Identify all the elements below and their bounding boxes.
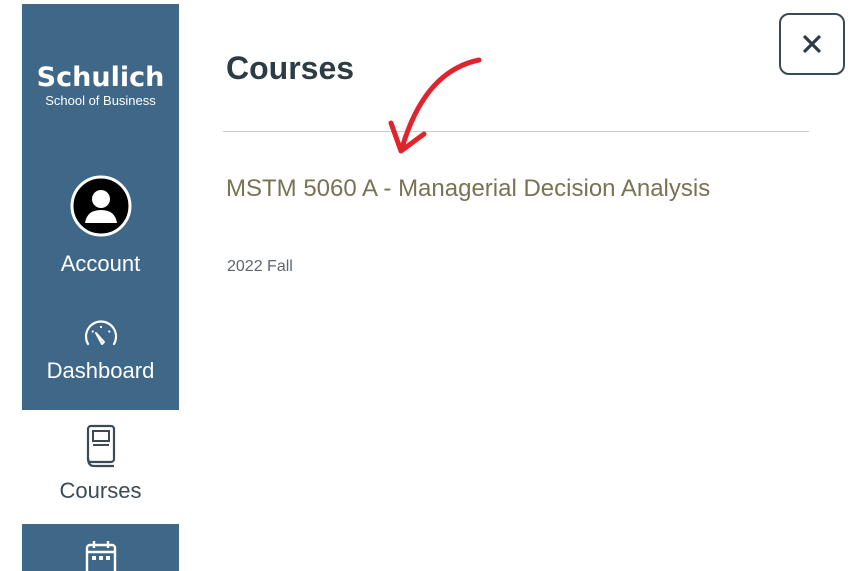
nav-label-courses: Courses <box>59 478 142 503</box>
brand-name: Schulich <box>36 62 165 93</box>
close-tray-button[interactable] <box>779 13 845 75</box>
tray-divider <box>223 131 809 132</box>
annotation-arrow-icon <box>388 57 482 154</box>
nav-item-dashboard[interactable]: Dashboard <box>22 316 179 412</box>
avatar-icon <box>70 175 131 237</box>
nav-item-courses[interactable]: Courses <box>22 410 179 524</box>
course-term: 2022 Fall <box>227 258 293 275</box>
global-navigation: Schulich School of Business Account Dash… <box>22 4 179 571</box>
nav-label-dashboard: Dashboard <box>46 358 155 383</box>
close-icon <box>803 35 821 53</box>
nav-item-account[interactable]: Account <box>22 175 179 287</box>
tray-title: Courses <box>226 50 355 86</box>
brand-subtitle: School of Business <box>45 93 156 108</box>
nav-label-account: Account <box>60 251 141 276</box>
page: Schulich School of Business Account Dash… <box>0 0 859 571</box>
nav-item-calendar[interactable] <box>22 524 179 571</box>
course-link[interactable]: MSTM 5060 A - Managerial Decision Analys… <box>226 168 786 209</box>
calendar-icon <box>85 541 116 571</box>
dashboard-gauge-icon <box>84 320 117 346</box>
brand-logo[interactable]: Schulich School of Business <box>22 64 179 109</box>
courses-book-icon <box>86 424 115 468</box>
